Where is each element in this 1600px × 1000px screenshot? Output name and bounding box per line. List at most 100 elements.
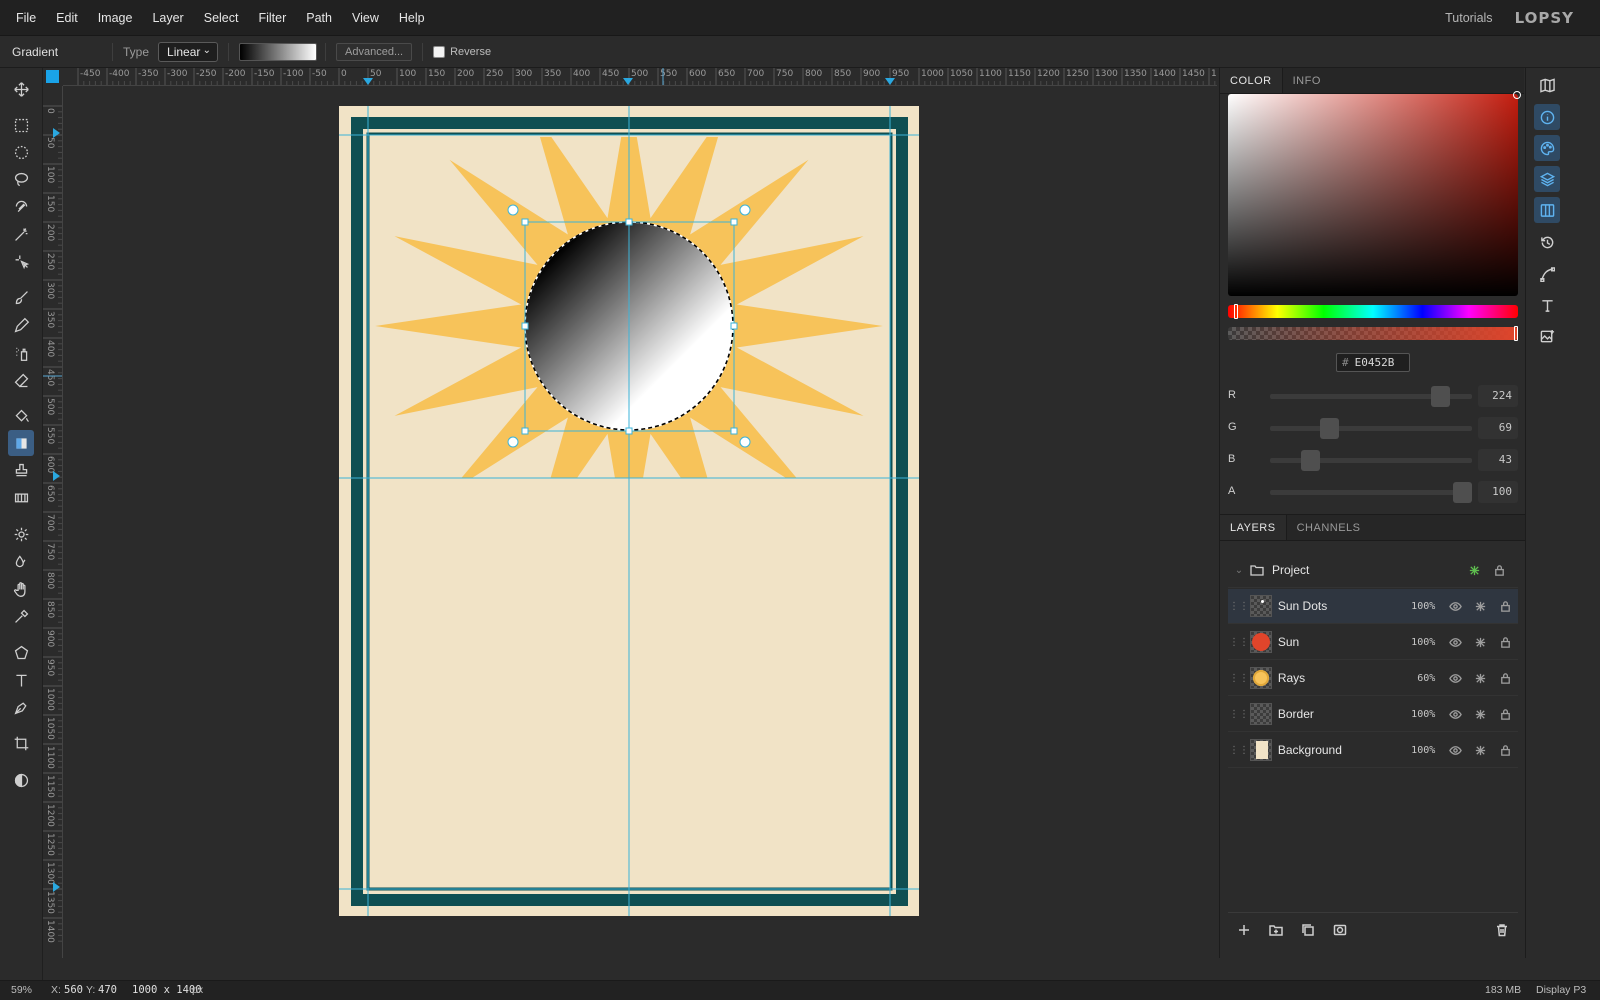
- guide-marker[interactable]: [53, 882, 60, 892]
- channel-slider-r[interactable]: R 224: [1228, 385, 1518, 407]
- guide-marker[interactable]: [363, 78, 373, 85]
- lasso-tool[interactable]: [8, 166, 34, 192]
- layer-opacity[interactable]: 100%: [1387, 745, 1435, 756]
- shape-tool[interactable]: [8, 639, 34, 665]
- rect-select-tool[interactable]: [8, 112, 34, 138]
- menu-path[interactable]: Path: [296, 0, 342, 36]
- drag-handle-icon[interactable]: ⋮⋮: [1228, 637, 1250, 648]
- ruler-vertical[interactable]: 0 50 100 150 200 250 300 350 400 450 500 550 600 650 7…: [43, 86, 63, 958]
- tab-layers[interactable]: LAYERS: [1220, 515, 1287, 540]
- menu-help[interactable]: Help: [389, 0, 435, 36]
- channel-value[interactable]: 69: [1478, 417, 1518, 439]
- menu-layer[interactable]: Layer: [142, 0, 193, 36]
- drag-handle-icon[interactable]: ⋮⋮: [1228, 745, 1250, 756]
- tutorials-link[interactable]: Tutorials: [1445, 11, 1492, 25]
- layer-opacity[interactable]: 100%: [1387, 601, 1435, 612]
- channel-value[interactable]: 224: [1478, 385, 1518, 407]
- layer-row[interactable]: ⋮⋮ Sun Dots 100%: [1228, 589, 1518, 624]
- drag-handle-icon[interactable]: ⋮⋮: [1228, 601, 1250, 612]
- gradient-tool[interactable]: [8, 430, 34, 456]
- hex-input[interactable]: # E0452B: [1336, 353, 1410, 372]
- slider-track[interactable]: [1270, 418, 1472, 439]
- zoom-level[interactable]: 59%: [11, 984, 32, 996]
- saturation-value-picker[interactable]: [1228, 91, 1521, 296]
- document-canvas[interactable]: [339, 106, 919, 916]
- menu-view[interactable]: View: [342, 0, 389, 36]
- color-picker-cursor[interactable]: [1513, 91, 1521, 99]
- reverse-checkbox[interactable]: [433, 45, 446, 58]
- layer-name[interactable]: Sun Dots: [1278, 599, 1388, 613]
- image-panel-button[interactable]: [1534, 323, 1560, 349]
- blur-tool[interactable]: [8, 548, 34, 574]
- ruler-horizontal[interactable]: -450 -400 -350 -300 -250 -200 -150 -100 -50 0 50 10…: [63, 68, 1217, 86]
- channel-slider-b[interactable]: B 43: [1228, 449, 1518, 471]
- eye-icon[interactable]: [1443, 672, 1468, 685]
- slider-track[interactable]: [1270, 450, 1472, 471]
- dodge-tool[interactable]: [8, 521, 34, 547]
- canvas-workspace[interactable]: [63, 86, 1217, 958]
- duplicate-layer-button[interactable]: [1292, 916, 1324, 944]
- link-icon[interactable]: [1468, 744, 1493, 757]
- pen-tool[interactable]: [8, 694, 34, 720]
- layer-row[interactable]: ⋮⋮ Border 100%: [1228, 697, 1518, 732]
- layers-panel-button[interactable]: [1534, 166, 1560, 192]
- slider-knob[interactable]: [1319, 418, 1339, 439]
- lock-icon[interactable]: [1493, 708, 1518, 721]
- advanced-button[interactable]: Advanced...: [336, 42, 413, 61]
- eyedropper-tool[interactable]: [8, 603, 34, 629]
- text-tool[interactable]: [8, 667, 34, 693]
- pencil-tool[interactable]: [8, 312, 34, 338]
- link-icon[interactable]: [1468, 672, 1493, 685]
- spray-tool[interactable]: [8, 340, 34, 366]
- ellipse-select-tool[interactable]: [8, 139, 34, 165]
- move-tool[interactable]: [8, 76, 34, 102]
- menu-edit[interactable]: Edit: [46, 0, 88, 36]
- tab-color[interactable]: COLOR: [1220, 68, 1283, 93]
- lock-icon[interactable]: [1487, 564, 1512, 577]
- color-swap-tool[interactable]: [8, 767, 34, 793]
- drag-handle-icon[interactable]: ⋮⋮: [1228, 709, 1250, 720]
- layer-opacity[interactable]: 60%: [1387, 673, 1435, 684]
- eye-icon[interactable]: [1443, 600, 1468, 613]
- tab-channels[interactable]: CHANNELS: [1287, 515, 1371, 540]
- delete-layer-button[interactable]: [1486, 916, 1518, 944]
- lock-icon[interactable]: [1493, 744, 1518, 757]
- paths-panel-button[interactable]: [1534, 261, 1560, 287]
- channels-panel-button[interactable]: [1534, 197, 1560, 223]
- paint-bucket-tool[interactable]: [8, 403, 34, 429]
- new-group-button[interactable]: [1260, 916, 1292, 944]
- eye-icon[interactable]: [1443, 744, 1468, 757]
- guide-marker[interactable]: [885, 78, 895, 85]
- magic-wand-tool[interactable]: [8, 221, 34, 247]
- layer-row[interactable]: ⋮⋮ Sun 100%: [1228, 625, 1518, 660]
- hand-tool[interactable]: [8, 576, 34, 602]
- navigator-button[interactable]: [1534, 72, 1560, 98]
- quick-select-tool[interactable]: [8, 248, 34, 274]
- channel-value[interactable]: 100: [1478, 481, 1518, 503]
- slider-track[interactable]: [1270, 386, 1472, 407]
- new-layer-button[interactable]: [1228, 916, 1260, 944]
- alpha-slider-handle[interactable]: [1514, 326, 1518, 341]
- ruler-origin-marker[interactable]: [46, 70, 59, 83]
- history-panel-button[interactable]: [1534, 229, 1560, 255]
- eye-icon[interactable]: [1443, 636, 1468, 649]
- menu-select[interactable]: Select: [194, 0, 249, 36]
- channel-slider-g[interactable]: G 69: [1228, 417, 1518, 439]
- gradient-preview[interactable]: [239, 42, 318, 61]
- layer-row[interactable]: ⋮⋮ Rays 60%: [1228, 661, 1518, 696]
- layer-group-row[interactable]: ⌄ Project: [1228, 553, 1518, 588]
- info-panel-button[interactable]: [1534, 104, 1560, 130]
- eraser-tool[interactable]: [8, 367, 34, 393]
- gradient-type-select[interactable]: Linear ⌄: [158, 41, 219, 62]
- layer-name[interactable]: Rays: [1278, 671, 1388, 685]
- link-icon[interactable]: [1462, 564, 1487, 577]
- brush-tool[interactable]: [8, 284, 34, 310]
- layer-name[interactable]: Background: [1278, 743, 1388, 757]
- channel-slider-a[interactable]: A 100: [1228, 481, 1518, 503]
- guide-marker[interactable]: [53, 471, 60, 481]
- color-panel-button[interactable]: [1534, 135, 1560, 161]
- channel-value[interactable]: 43: [1478, 449, 1518, 471]
- menu-filter[interactable]: Filter: [248, 0, 296, 36]
- tab-info[interactable]: INFO: [1283, 68, 1331, 93]
- lock-icon[interactable]: [1493, 636, 1518, 649]
